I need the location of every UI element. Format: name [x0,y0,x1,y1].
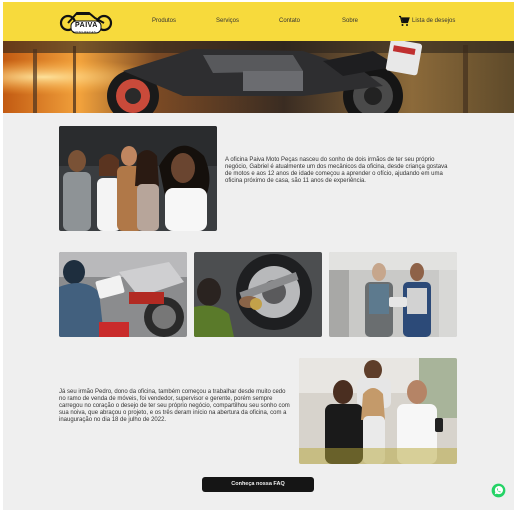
whatsapp-icon[interactable] [491,483,506,498]
nav-contato[interactable]: Contato [279,18,300,24]
logo-name: PAIVA [75,22,98,29]
logo-subtitle: MOTO PEÇAS [73,30,96,34]
about-paragraph-2: Já seu irmão Pedro, dono da oficina, tam… [59,389,290,423]
photo-mechanic-repair [194,252,322,337]
photo-team-group [59,126,217,231]
faq-button[interactable]: Conheça nossa FAQ [202,477,314,492]
photo-friends-group [299,358,457,464]
hero-banner [3,41,514,113]
nav-sobre[interactable]: Sobre [342,18,358,24]
nav-produtos[interactable]: Produtos [152,18,176,24]
about-paragraph-1: A oficina Paiva Moto Peças nasceu do son… [225,157,448,184]
wishlist-link[interactable]: Lista de desejos [412,18,455,24]
photo-mechanics-garage [329,252,457,337]
nav-servicos[interactable]: Serviços [216,18,239,24]
photo-mechanic-tablet [59,252,187,337]
top-navbar: PAIVA MOTO PEÇAS Produtos Serviços Conta… [3,2,514,41]
cart-icon[interactable] [398,15,410,27]
page-frame: PAIVA MOTO PEÇAS Produtos Serviços Conta… [3,2,514,510]
